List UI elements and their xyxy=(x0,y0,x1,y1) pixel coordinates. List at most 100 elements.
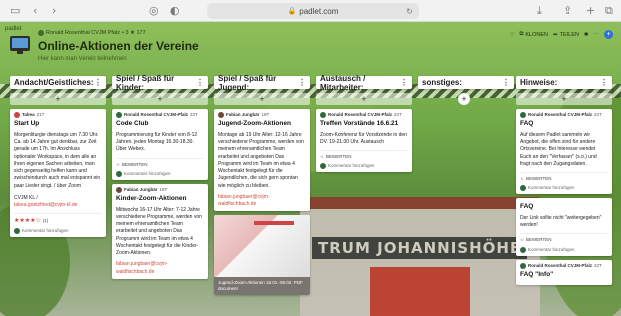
address-bar[interactable]: 🔒 padlet.com ↻ xyxy=(207,3,419,19)
comment-button[interactable]: Kommentar hinzufügen xyxy=(320,163,408,170)
more-vertical-icon: ⋮ xyxy=(600,78,608,87)
post-body: Montage ab 19 Uhr Alter: 12-16 Jahre ver… xyxy=(218,131,304,189)
comment-button[interactable]: Kommentar hinzufügen xyxy=(520,247,608,253)
share-button[interactable]: ➦ TEILEN xyxy=(553,32,579,38)
comment-button[interactable]: Kommentar hinzufügen xyxy=(116,171,204,177)
post-title: Jugend-Zoom-Aktionen xyxy=(218,120,291,128)
post-card[interactable]: Tabea 21T Start Up Morgenliturgie diensta… xyxy=(10,109,106,238)
column-andacht: Andacht/Geistliches: ⋮ + Tabea 21T Start U… xyxy=(10,76,106,238)
computer-icon xyxy=(10,36,30,54)
post-email-link[interactable]: fabian.jungbaer@cvjm-waldfischbach.de xyxy=(116,261,204,276)
post-email-link[interactable]: tabea.goetzfried@cvjm-kl.de xyxy=(14,202,102,209)
avatar xyxy=(14,228,20,235)
rate-button[interactable]: ☆ BEWERTEN xyxy=(116,157,204,168)
add-post-button[interactable]: + xyxy=(516,93,612,105)
padlet-logo[interactable]: padlet xyxy=(5,26,21,32)
more-vertical-icon: ⋮ xyxy=(196,78,204,87)
avatar xyxy=(520,185,526,192)
building-photo: TRUM JOHANNISHÖHE xyxy=(300,197,540,316)
post-body: Mittwochs 16-17 Uhr Alter: 7-12 Jahre ve… xyxy=(116,206,202,257)
screen: ▭ ‹ › ◎ ◐ 🔒 padlet.com ↻ ⤓ ⇪ + ⧉ TRUM JO… xyxy=(0,0,621,316)
star-icon: ☆ xyxy=(116,161,121,167)
shield-icon[interactable]: ◐ xyxy=(170,4,180,18)
column-hinweise: Hinweise: ⋮ + Ronald Rosenthal CVJM-Pfalz… xyxy=(516,76,612,286)
post-card[interactable]: Fabian Jungbär 18T Kinder-Zoom-Aktionen M… xyxy=(112,183,208,279)
post-card[interactable]: Fabian Jungbär 18T Jugend-Zoom-Aktionen M… xyxy=(214,109,310,212)
post-body: Der Link sollte nicht "weitergegeben" we… xyxy=(520,214,602,229)
column-header[interactable]: Spiel / Spaß für Jugend: ⋮ xyxy=(214,74,310,92)
column-header[interactable]: Hinweise: ⋮ xyxy=(516,76,612,89)
post-email-link[interactable]: fabian.jungbaer@cvjm-waldfischbach.de xyxy=(218,194,306,209)
column-header[interactable]: Andacht/Geistliches: ⋮ xyxy=(10,76,106,89)
column-header[interactable]: Spiel / Spaß für Kinder: ⋮ xyxy=(112,74,208,92)
rate-button[interactable]: ☆ BEWERTEN xyxy=(520,172,608,182)
more-vertical-icon: ⋮ xyxy=(400,78,408,87)
building-sign: TRUM JOHANNISHÖHE xyxy=(312,237,528,259)
rate-button[interactable]: ☆ BEWERTEN xyxy=(320,150,408,160)
header-actions: ♡ ⧉ KLONEN ➦ TEILEN ✱ ⋯ + xyxy=(510,30,613,39)
url-text: padlet.com xyxy=(299,6,339,16)
post-card[interactable]: Ronald Rosenthal CVJM-Pfalz 22T Code Club… xyxy=(112,109,208,180)
post-title: Start Up xyxy=(14,120,40,128)
stars-icon: ★★★★☆ xyxy=(14,218,41,225)
settings-icon[interactable]: ✱ xyxy=(584,32,589,38)
rate-button[interactable]: ☆ BEWERTEN xyxy=(520,233,608,243)
more-icon[interactable]: ⋯ xyxy=(594,32,600,38)
comment-button[interactable]: Kommentar hinzufügen xyxy=(14,228,102,235)
heart-icon[interactable]: ♡ xyxy=(510,32,515,38)
back-icon[interactable]: ‹ xyxy=(33,4,37,18)
post-card[interactable]: FAQ Der Link sollte nicht "weitergegeben… xyxy=(516,198,612,256)
board-subtitle: Hier kann man Verein teilnehmen xyxy=(38,56,127,62)
more-vertical-icon: ⋮ xyxy=(94,78,102,87)
column-header[interactable]: sonstiges: ⋮ xyxy=(418,76,514,89)
more-vertical-icon: ⋮ xyxy=(298,78,306,87)
avatar xyxy=(14,112,20,119)
avatar xyxy=(520,262,526,269)
forward-icon[interactable]: › xyxy=(52,4,56,18)
post-title: FAQ xyxy=(520,120,534,128)
avatar xyxy=(520,246,526,253)
avatar xyxy=(320,163,326,170)
browser-toolbar: ▭ ‹ › ◎ ◐ 🔒 padlet.com ↻ ⤓ ⇪ + ⧉ xyxy=(0,0,621,22)
more-vertical-icon: ⋮ xyxy=(502,78,510,87)
new-tab-icon[interactable]: + xyxy=(586,4,595,18)
post-title: FAQ "Info" xyxy=(520,270,554,278)
add-post-button[interactable]: + xyxy=(214,93,310,105)
avatar xyxy=(218,112,224,119)
add-post-button[interactable]: + xyxy=(316,93,412,105)
add-post-button[interactable]: + xyxy=(458,93,470,105)
post-card[interactable]: Ronald Rosenthal CVJM-Pfalz 22T FAQ Auf d… xyxy=(516,109,612,195)
post-card[interactable]: Ronald Rosenthal CVJM-Pfalz 22T Treffen V… xyxy=(316,109,412,173)
privacy-icon[interactable]: ◎ xyxy=(149,4,159,18)
column-kinder: Spiel / Spaß für Kinder: ⋮ + Ronald Rosen… xyxy=(112,74,208,279)
add-post-button[interactable]: + xyxy=(10,93,106,105)
share-icon[interactable]: ⇪ xyxy=(563,4,572,18)
avatar xyxy=(520,112,526,119)
post-title: Code Club xyxy=(116,120,149,128)
post-contact: CVJM KL / xyxy=(14,194,38,201)
lock-icon: 🔒 xyxy=(287,8,297,15)
comment-button[interactable]: Kommentar hinzufügen xyxy=(520,185,608,192)
column-sonstiges: sonstiges: ⋮ + xyxy=(418,76,514,105)
remake-button[interactable]: ⧉ KLONEN xyxy=(519,31,548,38)
copy-icon: ⧉ xyxy=(519,31,524,37)
avatar xyxy=(320,112,326,119)
avatar xyxy=(116,186,122,193)
column-header[interactable]: Austausch / Mitarbeiter: ⋮ xyxy=(316,74,412,92)
avatar xyxy=(116,112,122,119)
board-author[interactable]: Ronald Rosenthal CVJM Pfalz • 3 ★ 177 xyxy=(38,30,146,36)
post-card[interactable]: Ronald Rosenthal CVJM-Pfalz 22T FAQ "Info… xyxy=(516,259,612,286)
tabs-overview-icon[interactable]: ⧉ xyxy=(605,4,613,18)
column-jugend: Spiel / Spaß für Jugend: ⋮ + Fabian Jungb… xyxy=(214,74,310,296)
post-body: Morgenliturgie dienstags um 7.30 Uhr. Ca… xyxy=(14,131,101,189)
download-icon[interactable]: ⤓ xyxy=(537,4,542,18)
board-title: Online-Aktionen der Vereine xyxy=(38,39,199,53)
add-post-button[interactable]: + xyxy=(112,93,208,105)
share-arrow-icon: ➦ xyxy=(553,31,558,38)
attachment-card[interactable]: Jugend-Zoom-Aktionen 18.01.-08.02. PDF d… xyxy=(214,215,310,296)
rating[interactable]: ★★★★☆ (1) xyxy=(14,213,102,225)
reload-icon[interactable]: ↻ xyxy=(406,7,413,16)
post-body: Programmierung für Kinder von 8-12 Jahre… xyxy=(116,131,198,153)
new-post-button[interactable]: + xyxy=(604,30,613,39)
sidebar-icon[interactable]: ▭ xyxy=(10,4,20,18)
